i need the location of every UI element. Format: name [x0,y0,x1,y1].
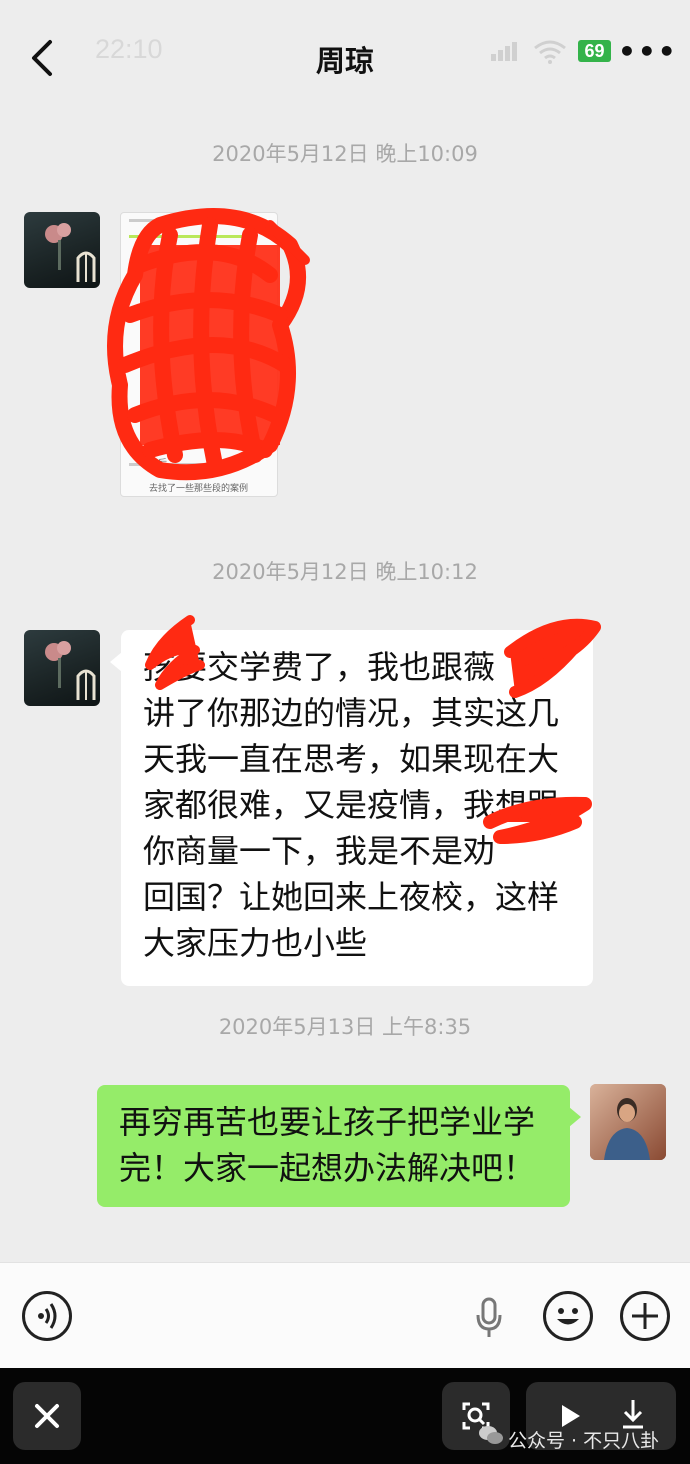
message-line: 讲了你那边的情况，其实这几 [143,694,560,732]
watermark-text: 公众号 · 不只八卦 [508,1430,660,1452]
message-line: 你商量一下，我是不是劝 [143,832,496,870]
close-icon [35,1404,59,1428]
avatar-image [45,223,96,282]
wechat-logo-icon [479,1426,503,1444]
mic-icon[interactable] [474,1297,504,1339]
timestamp: 2020年5月12日 晚上10:12 [212,560,478,584]
wifi-icon [534,40,566,64]
plus-icon [632,1303,658,1329]
image-caption: 去找了一些那些段的案例 [149,484,249,494]
message-bubble-received[interactable]: 孩要交学费了，我也跟薇 讲了你那边的情况，其实这几 天我一直在思考，如果现在大 … [110,630,593,986]
more-options-icon[interactable]: ••• [618,38,678,66]
more-functions-button[interactable] [620,1291,670,1341]
message-bubble-sent[interactable]: 再穷再苦也要让孩子把学业学 完！大家一起想办法解决吧！ [97,1085,581,1207]
message-line: 回国？让她回来上夜校，这样 [143,878,560,916]
voice-toggle-button[interactable] [22,1291,72,1341]
voice-icon [38,1303,57,1329]
contact-avatar[interactable] [24,212,100,288]
battery-level: 69 [578,40,611,62]
message-line: 家都很难，又是疫情，我想跟 [143,786,560,824]
my-avatar[interactable] [590,1084,666,1160]
timestamp: 2020年5月13日 上午8:35 [218,1015,472,1039]
chat-input-bar [0,1262,690,1368]
cellular-signal-icon [491,42,517,61]
message-line: 孩要交学费了，我也跟薇 [143,648,496,686]
chat-header: 22:10 周琼 69 ••• [0,0,690,110]
image-message[interactable]: 然后 去找了一些那些段的案例 [120,212,278,497]
message-line: 完！大家一起想办法解决吧！ [119,1149,536,1187]
avatar-image [590,1084,666,1160]
timestamp: 2020年5月12日 晚上10:09 [212,142,478,166]
emoji-button[interactable] [543,1291,593,1341]
image-caption: 然后 [149,459,168,469]
message-line: 再穷再苦也要让孩子把学业学 [119,1103,536,1141]
message-line: 天我一直在思考，如果现在大 [143,740,560,778]
avatar-image [45,641,96,700]
contact-avatar[interactable] [24,630,100,706]
message-line: 大家压力也小些 [143,924,368,962]
close-button[interactable] [13,1382,81,1450]
emoji-icon [557,1308,579,1325]
